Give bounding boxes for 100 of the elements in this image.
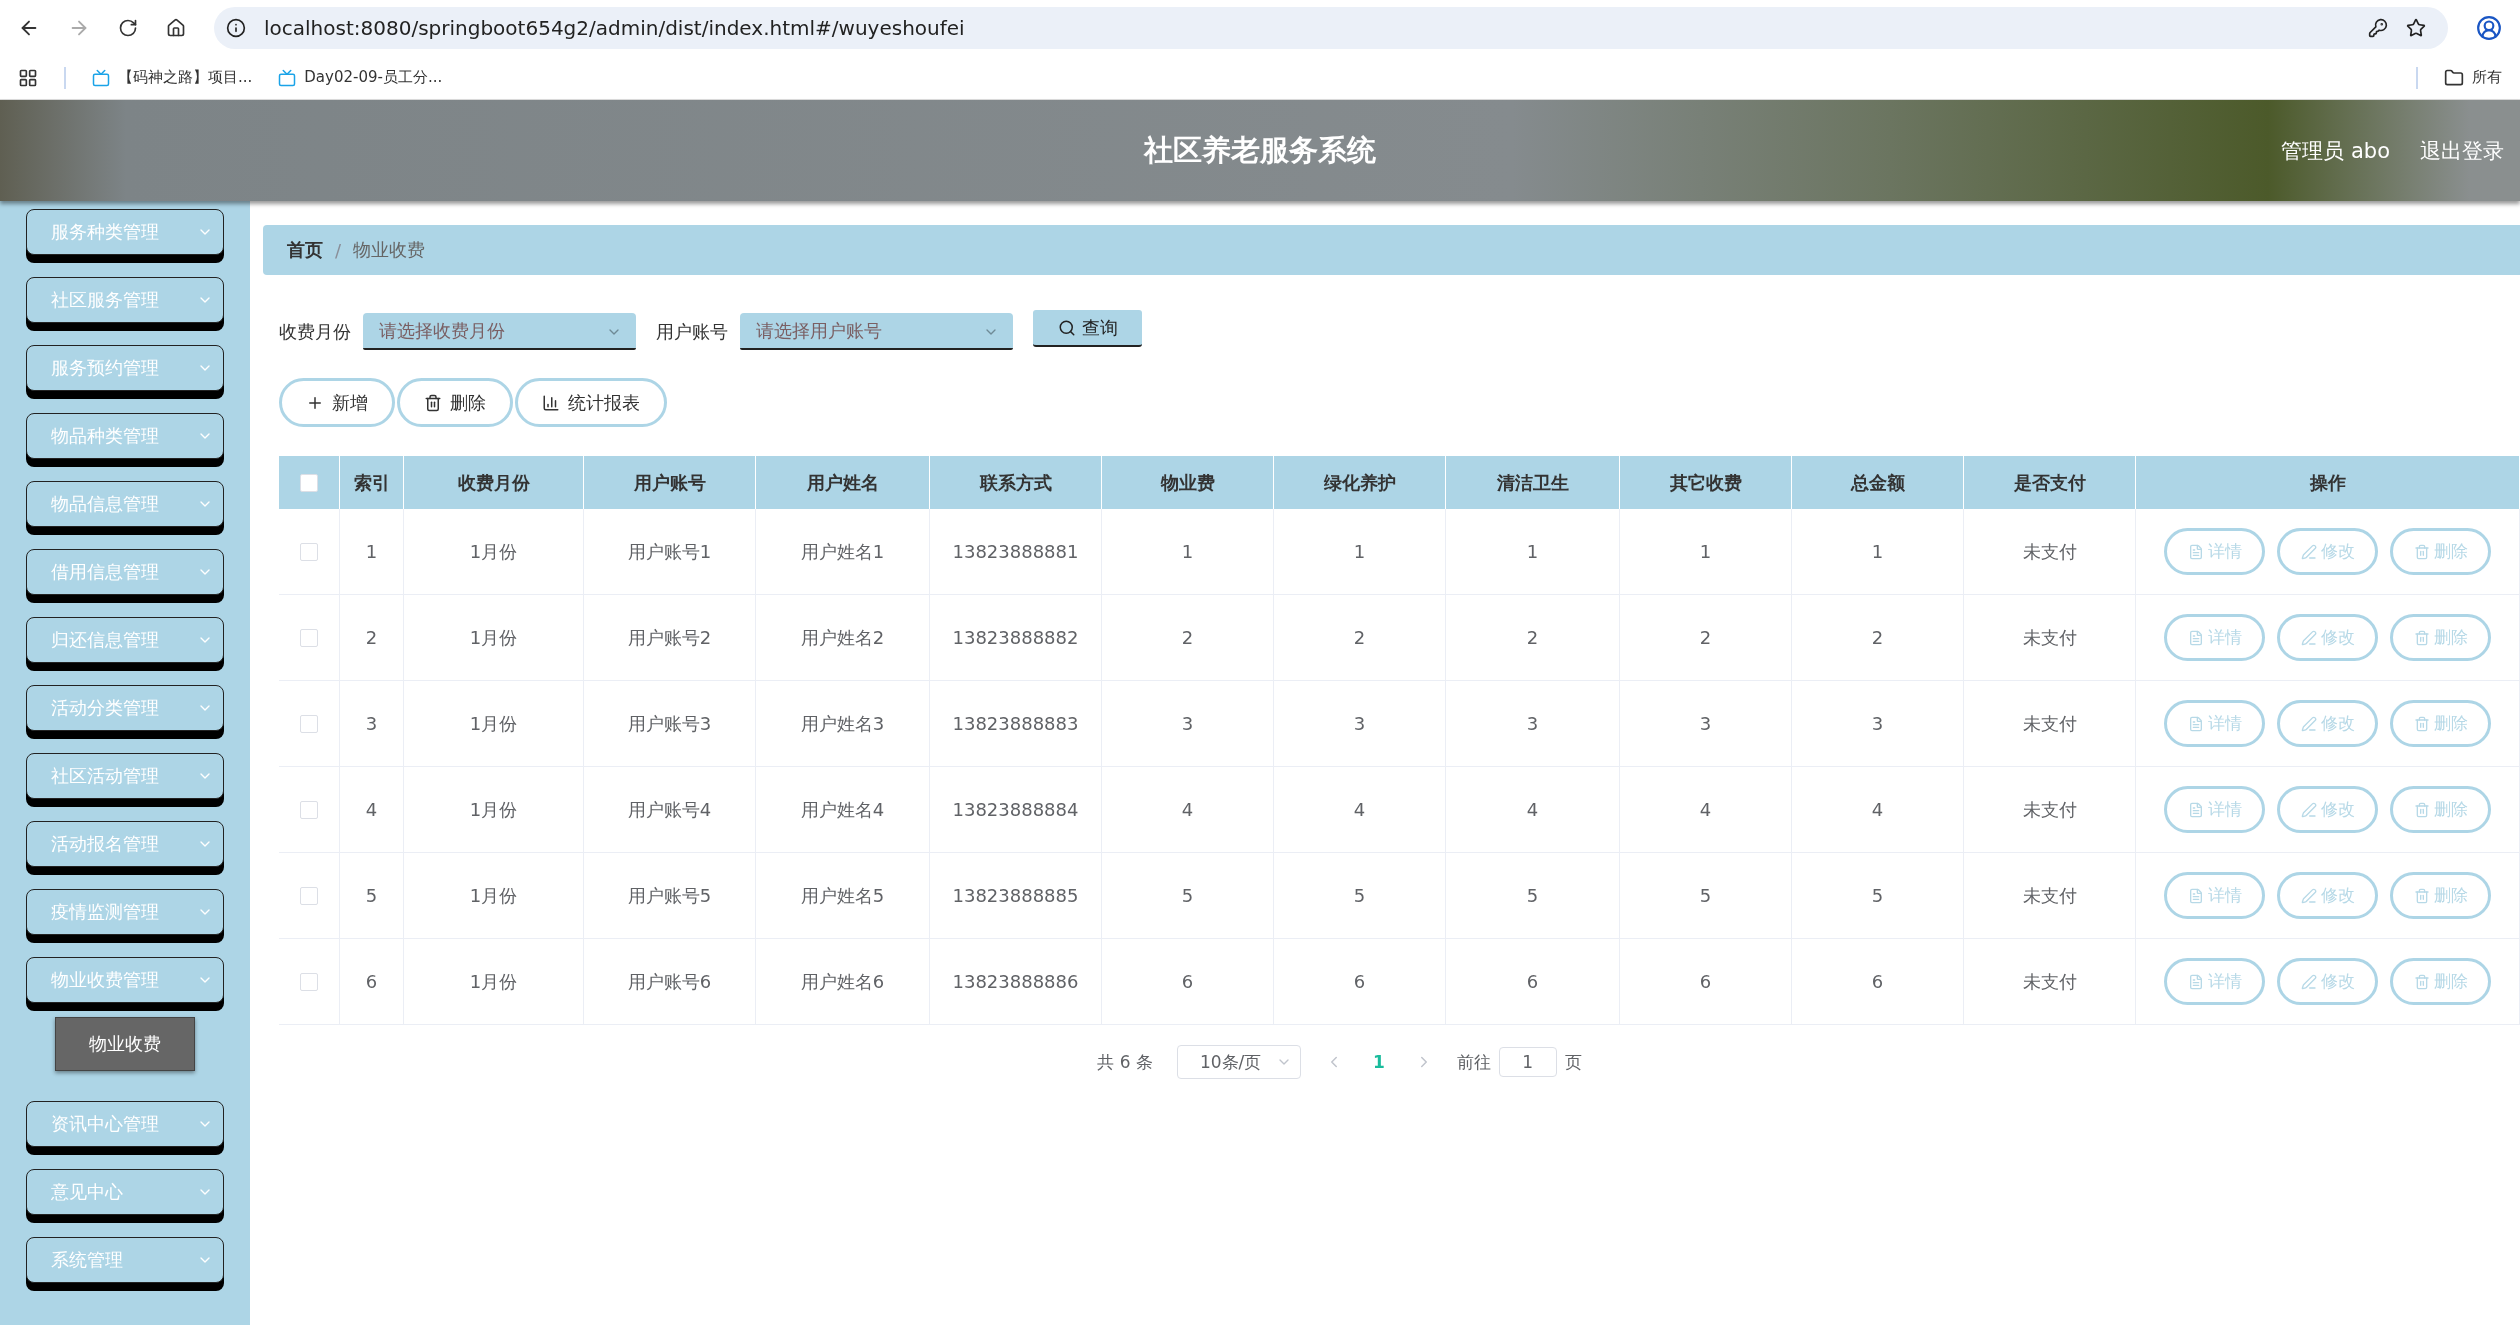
table-cell: 用户账号5 <box>584 853 756 938</box>
breadcrumb-item[interactable]: 首页 <box>287 238 323 262</box>
table-cell: 2 <box>1620 595 1792 680</box>
edit-button[interactable]: 修改 <box>2277 528 2378 575</box>
detail-button[interactable]: 详情 <box>2164 872 2265 919</box>
submenu-item[interactable]: 物业收费 <box>55 1017 195 1071</box>
delete-button[interactable]: 删除 <box>397 378 513 427</box>
field-label: 收费月份 <box>279 319 351 344</box>
apps-icon[interactable] <box>18 67 38 88</box>
detail-button[interactable]: 详情 <box>2164 786 2265 833</box>
table-cell: 6 <box>1792 939 1964 1024</box>
table-cell: 未支付 <box>1964 853 2136 938</box>
home-icon[interactable] <box>166 18 186 38</box>
table-cell: 2 <box>1102 595 1274 680</box>
document-icon <box>2187 543 2204 560</box>
table-cell: 3 <box>1274 681 1446 766</box>
document-icon <box>2187 973 2204 990</box>
select-field[interactable]: 请选择用户账号 <box>740 313 1013 350</box>
table-cell: 用户账号4 <box>584 767 756 852</box>
edit-button[interactable]: 修改 <box>2277 700 2378 747</box>
table-cell: 5 <box>1102 853 1274 938</box>
bookmarks-folder[interactable]: 所有 <box>2472 68 2502 87</box>
pen-icon <box>2300 801 2317 818</box>
column-header: 收费月份 <box>404 456 584 509</box>
search-button[interactable]: 查询 <box>1033 310 1142 347</box>
address-bar[interactable]: localhost:8080/springboot654g2/admin/dist/index.html#/wuyeshoufei <box>214 7 2448 49</box>
page-size-select[interactable]: 10条/页 <box>1176 1045 1301 1079</box>
delete-button[interactable]: 删除 <box>2390 872 2491 919</box>
table-cell: 用户姓名5 <box>756 853 930 938</box>
edit-button[interactable]: 修改 <box>2277 786 2378 833</box>
detail-button[interactable]: 详情 <box>2164 958 2265 1005</box>
table-cell: 1月份 <box>404 509 584 594</box>
bookmark[interactable]: 【码神之路】项目... <box>118 68 253 87</box>
column-header: 索引 <box>340 456 404 509</box>
table-cell: 3 <box>1792 681 1964 766</box>
edit-button[interactable]: 修改 <box>2277 872 2378 919</box>
row-checkbox[interactable] <box>300 800 318 819</box>
table-cell: 用户姓名3 <box>756 681 930 766</box>
chart-button[interactable]: 统计报表 <box>515 378 667 427</box>
add-button[interactable]: 新增 <box>279 378 395 427</box>
delete-button[interactable]: 删除 <box>2390 700 2491 747</box>
profile-icon[interactable] <box>2476 15 2502 41</box>
page-number[interactable]: 1 <box>1366 1051 1391 1073</box>
tv-icon <box>278 68 297 87</box>
table-cell: 1月份 <box>404 939 584 1024</box>
table-cell: 2 <box>340 595 404 680</box>
reload-icon[interactable] <box>118 18 138 38</box>
row-checkbox[interactable] <box>300 542 318 561</box>
delete-button[interactable]: 删除 <box>2390 958 2491 1005</box>
row-checkbox[interactable] <box>300 714 318 733</box>
table-cell: 3 <box>1102 681 1274 766</box>
bookmark[interactable]: Day02-09-员工分... <box>304 68 443 87</box>
select-all-checkbox[interactable] <box>300 473 318 492</box>
table-cell: 用户账号2 <box>584 595 756 680</box>
edit-button[interactable]: 修改 <box>2277 958 2378 1005</box>
select-field[interactable]: 请选择收费月份 <box>363 313 636 350</box>
row-checkbox[interactable] <box>300 972 318 991</box>
table-cell: 13823888881 <box>930 509 1102 594</box>
table-cell: 5 <box>1620 853 1792 938</box>
detail-button[interactable]: 详情 <box>2164 528 2265 575</box>
delete-button[interactable]: 删除 <box>2390 528 2491 575</box>
table-cell: 1月份 <box>404 767 584 852</box>
delete-button[interactable]: 删除 <box>2390 614 2491 661</box>
total-count: 共 6 条 <box>1097 1050 1153 1074</box>
table-cell: 用户账号3 <box>584 681 756 766</box>
star-icon[interactable] <box>2406 18 2426 38</box>
row-checkbox[interactable] <box>300 628 318 647</box>
admin-user: 管理员 abo <box>2281 137 2390 165</box>
column-header: 操作 <box>2136 456 2520 509</box>
table-cell: 4 <box>340 767 404 852</box>
table-cell: 用户账号1 <box>584 509 756 594</box>
table-cell: 1月份 <box>404 853 584 938</box>
detail-button[interactable]: 详情 <box>2164 700 2265 747</box>
table-cell: 4 <box>1446 767 1620 852</box>
table-cell: 6 <box>1102 939 1274 1024</box>
table-cell: 1 <box>340 509 404 594</box>
table-cell: 用户姓名6 <box>756 939 930 1024</box>
key-icon[interactable] <box>2368 18 2388 38</box>
logout-link[interactable]: 退出登录 <box>2420 136 2504 165</box>
table-cell: 3 <box>1446 681 1620 766</box>
column-header: 用户账号 <box>584 456 756 509</box>
table-cell: 13823888882 <box>930 595 1102 680</box>
table-cell: 未支付 <box>1964 939 2136 1024</box>
table-cell: 用户姓名2 <box>756 595 930 680</box>
row-checkbox[interactable] <box>300 886 318 905</box>
table-cell: 5 <box>340 853 404 938</box>
table-cell: 6 <box>1446 939 1620 1024</box>
delete-button[interactable]: 删除 <box>2390 786 2491 833</box>
table-cell: 6 <box>340 939 404 1024</box>
table-cell: 2 <box>1274 595 1446 680</box>
column-header: 绿化养护 <box>1274 456 1446 509</box>
table-cell: 用户账号6 <box>584 939 756 1024</box>
table-cell: 1 <box>1102 509 1274 594</box>
detail-button[interactable]: 详情 <box>2164 614 2265 661</box>
column-header: 其它收费 <box>1620 456 1792 509</box>
table-cell: 未支付 <box>1964 767 2136 852</box>
table-cell: 1 <box>1274 509 1446 594</box>
edit-button[interactable]: 修改 <box>2277 614 2378 661</box>
table-cell: 5 <box>1792 853 1964 938</box>
goto-page-input[interactable]: 1 <box>1498 1047 1557 1077</box>
